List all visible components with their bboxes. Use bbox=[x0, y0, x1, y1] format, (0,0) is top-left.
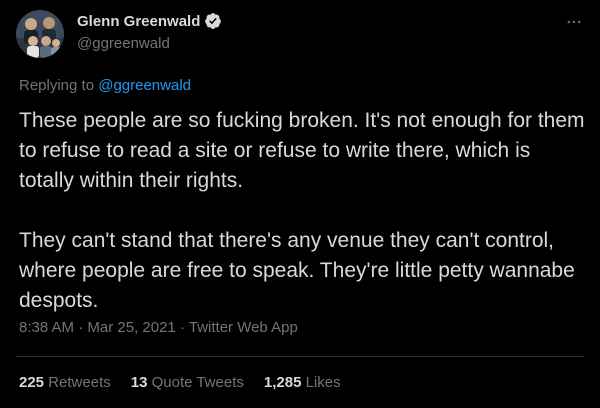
retweets-label: Retweets bbox=[48, 374, 111, 391]
retweets-stat[interactable]: 225 Retweets bbox=[19, 374, 111, 391]
tweet-source[interactable]: Twitter Web App bbox=[189, 319, 298, 336]
avatar-photo bbox=[16, 10, 64, 58]
avatar[interactable] bbox=[16, 10, 64, 58]
more-horizontal-icon bbox=[567, 20, 581, 24]
replying-to-link[interactable]: @ggreenwald bbox=[98, 77, 191, 94]
author-display-name[interactable]: Glenn Greenwald bbox=[77, 13, 200, 30]
likes-count: 1,285 bbox=[263, 374, 302, 391]
quote-tweets-label: Quote Tweets bbox=[151, 374, 244, 391]
quote-tweets-count: 13 bbox=[130, 374, 148, 391]
likes-stat[interactable]: 1,285 Likes bbox=[264, 374, 341, 391]
tweet-paragraph-1: These people are so fucking broken. It's… bbox=[19, 109, 585, 192]
replying-to: Replying to @ggreenwald bbox=[19, 77, 191, 94]
tweet-meta: 8:38 AM · Mar 25, 2021 · Twitter Web App bbox=[19, 319, 298, 336]
author-handle[interactable]: @ggreenwald bbox=[77, 35, 170, 52]
replying-to-label: Replying to bbox=[19, 77, 95, 94]
meta-separator-2: · bbox=[179, 319, 185, 336]
retweets-count: 225 bbox=[19, 374, 45, 391]
tweet-text: These people are so fucking broken. It's… bbox=[19, 106, 589, 316]
quote-tweets-stat[interactable]: 13 Quote Tweets bbox=[131, 374, 244, 391]
verified-badge-icon bbox=[204, 12, 222, 30]
meta-separator-1: · bbox=[78, 319, 84, 336]
tweet-date[interactable]: Mar 25, 2021 bbox=[87, 319, 175, 336]
likes-label: Likes bbox=[305, 374, 341, 391]
tweet-detail: Glenn Greenwald @ggreenwald Replying to … bbox=[0, 0, 600, 408]
divider bbox=[16, 356, 584, 357]
more-options-button[interactable] bbox=[562, 10, 586, 34]
engagement-stats: 225 Retweets 13 Quote Tweets 1,285 Likes bbox=[19, 374, 341, 391]
tweet-time[interactable]: 8:38 AM bbox=[19, 319, 74, 336]
author-name-row: Glenn Greenwald bbox=[77, 12, 222, 30]
tweet-paragraph-2: They can't stand that there's any venue … bbox=[19, 229, 575, 312]
